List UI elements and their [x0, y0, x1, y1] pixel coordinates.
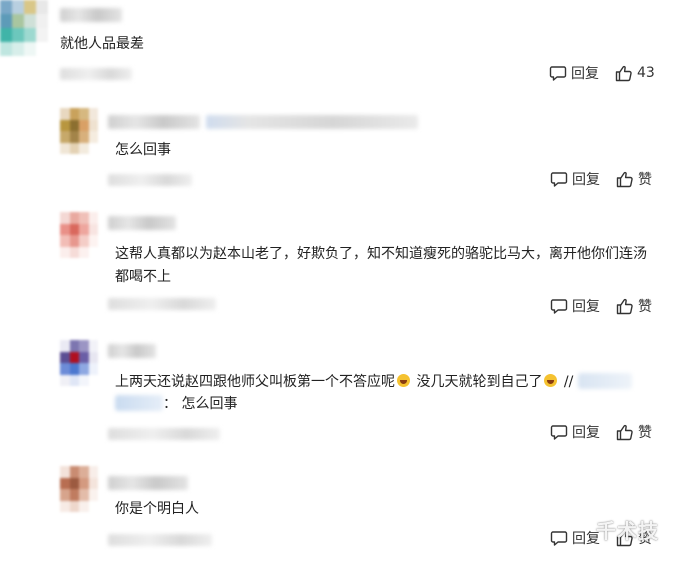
comment-actions: 回复 赞	[550, 296, 652, 316]
comment-text-part2: 没几天就轮到自己了	[416, 374, 543, 390]
comment-bubble-icon	[549, 65, 567, 81]
reply-button[interactable]: 回复	[550, 422, 600, 442]
repost-separator: //	[563, 374, 574, 390]
timestamp	[108, 174, 192, 186]
comment-text-part1: 上两天还说赵四跟他师父叫板第一个不答应呢	[115, 374, 395, 390]
reply-label: 回复	[571, 66, 599, 82]
laughing-emoji-icon	[397, 374, 410, 387]
comment-bubble-icon	[550, 171, 568, 187]
comment-text: 就他人品最差	[60, 36, 144, 52]
username[interactable]	[108, 115, 200, 129]
comment-item: 这帮人真都以为赵本山老了，好欺负了，知不知道瘦死的骆驼比马大，离开他你们连汤都喝…	[0, 206, 673, 332]
timestamp	[108, 298, 216, 310]
quoted-username[interactable]	[115, 395, 163, 411]
comment-actions: 回复 赞	[550, 422, 652, 442]
username[interactable]	[108, 216, 176, 230]
timestamp	[108, 428, 220, 440]
comment-item: 怎么回事 回复 赞	[0, 100, 673, 206]
thumbs-up-icon	[616, 424, 633, 440]
reply-label: 回复	[572, 299, 600, 315]
comment-item: 你是个明白人 回复 赞	[0, 458, 673, 562]
like-label: 赞	[638, 425, 652, 441]
like-button[interactable]: 赞	[616, 296, 652, 316]
comment-text: 你是个明白人	[115, 501, 199, 517]
username[interactable]	[108, 476, 188, 490]
username[interactable]	[108, 344, 156, 358]
thumbs-up-icon	[615, 65, 632, 81]
reply-button[interactable]: 回复	[550, 169, 600, 189]
comment-bubble-icon	[550, 530, 568, 546]
laughing-emoji-icon	[544, 374, 558, 387]
comment-actions: 回复 43	[549, 63, 655, 83]
avatar[interactable]	[0, 0, 48, 56]
reply-button[interactable]: 回复	[550, 528, 600, 548]
comment-actions: 回复 赞	[550, 169, 652, 189]
like-button[interactable]: 赞	[616, 169, 652, 189]
avatar[interactable]	[60, 108, 98, 154]
comment-item: 上两天还说赵四跟他师父叫板第一个不答应呢 没几天就轮到自己了 // ： 怎么回事…	[0, 332, 673, 458]
comment-text: 怎么回事	[115, 142, 171, 158]
like-button[interactable]: 43	[615, 65, 655, 82]
reply-button[interactable]: 回复	[549, 63, 599, 83]
like-label: 赞	[638, 299, 652, 315]
comment-bubble-icon	[550, 424, 568, 440]
reply-label: 回复	[572, 172, 600, 188]
thumbs-up-icon	[616, 171, 633, 187]
thumbs-up-icon	[616, 298, 633, 314]
comment-text: 这帮人真都以为赵本山老了，好欺负了，知不知道瘦死的骆驼比马大，离开他你们连汤都喝…	[115, 246, 647, 285]
avatar[interactable]	[60, 466, 98, 512]
comment-text: 上两天还说赵四跟他师父叫板第一个不答应呢 没几天就轮到自己了 //	[115, 372, 632, 392]
reply-label: 回复	[572, 425, 600, 441]
avatar[interactable]	[60, 212, 98, 258]
timestamp	[60, 68, 132, 80]
mention-link[interactable]	[577, 373, 632, 389]
like-label: 43	[637, 65, 655, 81]
reply-button[interactable]: 回复	[550, 296, 600, 316]
watermark-text: 千术技	[596, 519, 659, 543]
timestamp	[108, 534, 212, 546]
like-button[interactable]: 赞	[616, 422, 652, 442]
like-label: 赞	[638, 172, 652, 188]
username[interactable]	[206, 115, 418, 129]
quoted-text: ： 怎么回事	[163, 396, 238, 412]
comment-bubble-icon	[550, 298, 568, 314]
comment-item: 就他人品最差 回复 43	[0, 0, 673, 100]
avatar[interactable]	[60, 340, 98, 386]
quoted-comment: ： 怎么回事	[115, 394, 237, 414]
username[interactable]	[60, 8, 122, 22]
